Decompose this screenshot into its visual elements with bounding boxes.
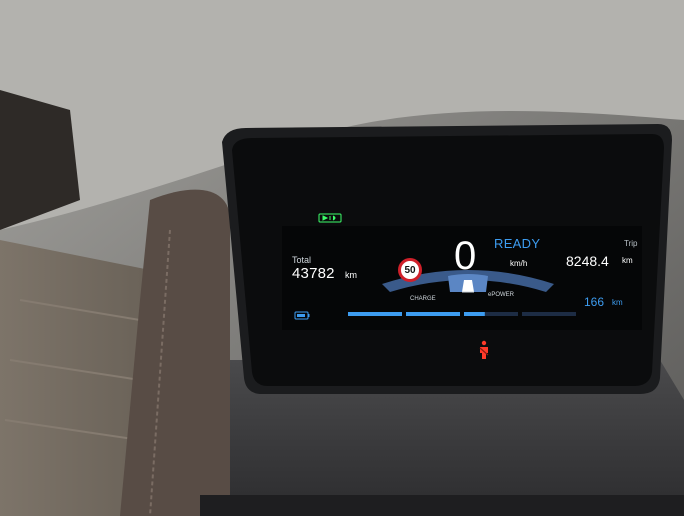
battery-segment-track [522,312,576,316]
ready-status: READY [494,236,541,251]
seatbelt-warning-icon [479,340,489,359]
car-interior-photo: Total 43782 km 50 0 READY km/h Trip 8248… [0,0,684,516]
battery-segment-fill [348,312,402,316]
trip-unit: km [622,256,633,265]
instrument-cluster-screen: Total 43782 km 50 0 READY km/h Trip 8248… [282,213,642,330]
speed-unit: km/h [510,259,528,268]
speed-limit-value: 50 [404,264,416,276]
range-value: 166 [584,295,605,309]
odometer-unit: km [345,270,357,280]
odometer-label: Total [292,255,312,265]
epower-label: ePOWER [488,292,515,298]
trip-value: 8248.4 [566,253,609,269]
range-unit: km [612,298,623,307]
speed-limit-sign: 50 [398,258,422,282]
battery-icon [294,311,310,320]
battery-level-bar [348,312,576,316]
ready-drive-indicator-icon [318,213,342,223]
battery-segment-fill [406,312,460,316]
speed-value: 0 [454,234,477,278]
charge-label: CHARGE [410,296,436,302]
battery-segment-fill [464,312,485,316]
trip-label: Trip [624,239,638,248]
odometer-value: 43782 [292,265,335,282]
